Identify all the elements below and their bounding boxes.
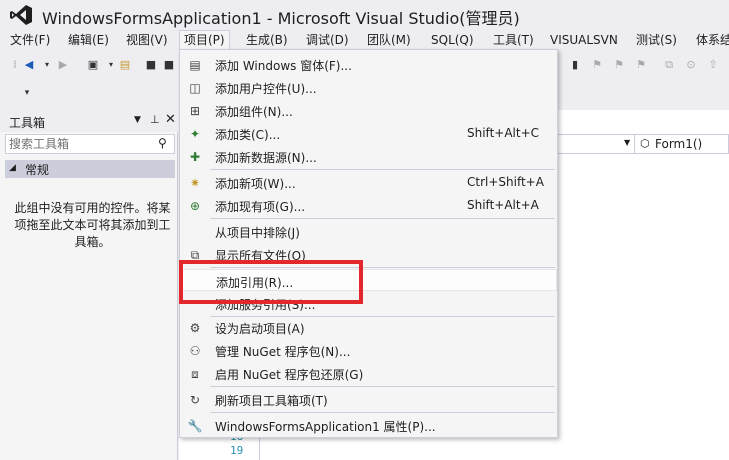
menu-item-add-new-item[interactable]: ✷ 添加新项(W)... Ctrl+Shift+A	[180, 171, 557, 193]
menu-tools[interactable]: 工具(T)	[489, 30, 538, 50]
user-control-icon: ◫	[189, 81, 201, 95]
wrench-icon: 🔧	[187, 419, 203, 433]
menu-test[interactable]: 测试(S)	[632, 30, 681, 50]
nuget-icon: ⚇	[189, 344, 201, 358]
nuget-restore-icon: ⧈	[191, 367, 199, 381]
menu-separator	[210, 412, 555, 413]
windows-form-icon: ▤	[189, 58, 201, 72]
close-icon[interactable]: ✕	[165, 112, 176, 127]
class-icon: ✦	[189, 127, 201, 141]
menu-separator	[210, 218, 555, 219]
toolbox-group-label: 常规	[25, 163, 50, 177]
save-all-icon[interactable]: ■	[162, 58, 176, 72]
menu-build[interactable]: 生成(B)	[242, 30, 292, 50]
combo-dropdown-icon[interactable]: ▼	[624, 138, 630, 147]
component-icon: ⊞	[189, 104, 201, 118]
menu-item-add-new-data-source[interactable]: ✚ 添加新数据源(N)...	[180, 145, 557, 167]
new-project-dropdown-icon[interactable]: ▾	[104, 58, 118, 72]
menu-item-manage-nuget[interactable]: ⚇ 管理 NuGet 程序包(N)...	[180, 339, 557, 361]
bookmark-icon[interactable]: ▮	[568, 58, 582, 72]
toolbox-search-input[interactable]	[9, 136, 154, 152]
save-icon[interactable]: ■	[144, 58, 158, 72]
toolbox-title: 工具箱	[9, 116, 46, 130]
toolbar-grip-icon: ⁞	[13, 58, 17, 71]
forward-icon[interactable]: ▶	[56, 58, 70, 72]
search-icon[interactable]: ⚲	[158, 136, 167, 150]
menu-item-add-existing-item[interactable]: ⊕ 添加现有项(G)... Shift+Alt+A	[180, 194, 557, 216]
menu-project[interactable]: 项目(P)	[179, 30, 230, 50]
toolbox-group-general[interactable]: ◢ 常规	[5, 160, 175, 178]
menu-sql[interactable]: SQL(Q)	[427, 30, 478, 50]
menu-debug[interactable]: 调试(D)	[302, 30, 353, 50]
new-project-icon[interactable]: ▣	[86, 58, 100, 72]
shortcut-label: Ctrl+Shift+A	[467, 175, 544, 189]
toolbox-header: 工具箱 ▼ ⊥ ✕	[0, 110, 178, 132]
expand-triangle-icon[interactable]: ◢	[9, 163, 16, 173]
visual-studio-logo-icon	[10, 5, 32, 25]
menu-item-enable-nuget-restore[interactable]: ⧈ 启用 NuGet 程序包还原(G)	[180, 362, 557, 384]
window-title: WindowsFormsApplication1 - Microsoft Vis…	[42, 9, 520, 28]
gear-icon: ⚙	[189, 321, 201, 335]
data-source-icon: ✚	[189, 150, 201, 164]
next-bookmark-icon[interactable]: ⚑	[612, 58, 626, 72]
menu-separator	[210, 169, 555, 170]
toolbox-panel: 工具箱 ▼ ⊥ ✕ ⚲ ◢ 常规 此组中没有可用的控件。将某项拖至此文本可将其添…	[0, 110, 178, 460]
shortcut-label: Shift+Alt+A	[467, 198, 539, 212]
menu-item-refresh-toolbox[interactable]: ↻ 刷新项目工具箱项(T)	[180, 388, 557, 410]
menu-item-add-user-control[interactable]: ◫ 添加用户控件(U)...	[180, 76, 557, 98]
clear-bookmarks-icon[interactable]: ⚑	[634, 58, 648, 72]
menu-item-properties[interactable]: 🔧 WindowsFormsApplication1 属性(P)...	[180, 414, 557, 436]
line-number: 19	[230, 444, 244, 457]
annotation-highlight-box	[179, 260, 363, 304]
menu-item-add-windows-form[interactable]: ▤ 添加 Windows 窗体(F)...	[180, 53, 557, 75]
menu-view[interactable]: 视图(V)	[122, 30, 172, 50]
toolbox-search-box[interactable]: ⚲	[5, 134, 175, 154]
method-icon: ⬡	[640, 137, 650, 150]
menu-item-set-as-startup[interactable]: ⚙ 设为启动项目(A)	[180, 316, 557, 338]
menu-file[interactable]: 文件(F)	[6, 30, 54, 50]
open-file-icon[interactable]: ▤	[118, 58, 132, 72]
chevron-down-icon[interactable]: ▼	[134, 115, 141, 125]
menu-architecture[interactable]: 体系结	[692, 30, 729, 50]
menu-separator	[210, 386, 555, 387]
menu-item-add-component[interactable]: ⊞ 添加组件(N)...	[180, 99, 557, 121]
back-icon[interactable]: ◀	[22, 58, 36, 72]
back-dropdown-icon[interactable]: ▾	[40, 58, 54, 72]
menu-item-add-class[interactable]: ✦ 添加类(C)... Shift+Alt+C	[180, 122, 557, 144]
member-combo-label[interactable]: Form1()	[655, 137, 702, 151]
toolbox-empty-message: 此组中没有可用的控件。将某项拖至此文本可将其添加到工具箱。	[14, 201, 171, 249]
find-icon[interactable]: ⧉	[662, 58, 676, 72]
menu-bar: 文件(F) 编辑(E) 视图(V) 项目(P) 生成(B) 调试(D) 团队(M…	[0, 30, 729, 50]
prev-bookmark-icon[interactable]: ⚑	[590, 58, 604, 72]
shortcut-label: Shift+Alt+C	[467, 126, 540, 140]
title-bar: WindowsFormsApplication1 - Microsoft Vis…	[0, 0, 729, 30]
menu-item-exclude-from-project[interactable]: 从项目中排除(J)	[180, 220, 557, 242]
refresh-icon: ↻	[189, 393, 201, 407]
up-arrow-icon[interactable]: ⇧	[706, 58, 720, 72]
pin-icon[interactable]: ⊥	[150, 113, 160, 126]
new-item-icon: ✷	[189, 176, 201, 190]
project-menu-dropdown: ▤ 添加 Windows 窗体(F)... ◫ 添加用户控件(U)... ⊞ 添…	[179, 49, 558, 438]
menu-edit[interactable]: 编辑(E)	[64, 30, 113, 50]
comment-icon[interactable]: ⊙	[684, 58, 698, 72]
menu-team[interactable]: 团队(M)	[363, 30, 415, 50]
toolbar-overflow-icon[interactable]: ▾	[20, 86, 34, 100]
existing-item-icon: ⊕	[189, 199, 201, 213]
menu-visualsvn[interactable]: VISUALSVN	[546, 30, 622, 50]
